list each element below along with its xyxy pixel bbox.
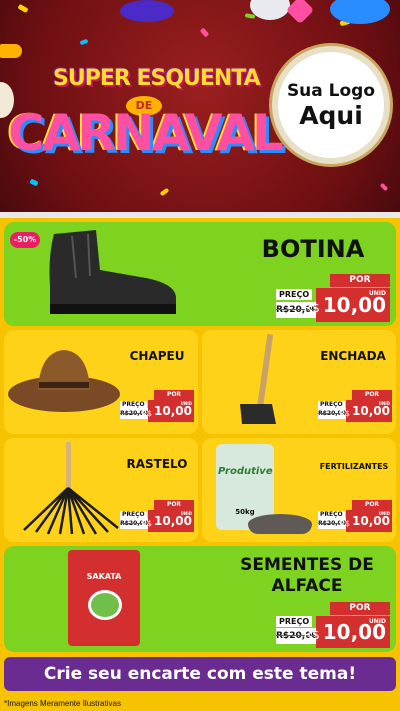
confetti-decoration	[29, 178, 39, 187]
price-value: 10,00	[154, 514, 192, 528]
currency-symbol: R$	[339, 518, 351, 528]
current-price: R$ 10,00 UNID	[339, 510, 392, 532]
por-label: POR	[154, 390, 194, 400]
product-name: CHAPEU	[129, 349, 185, 363]
event-title: SUPER ESQUENTA DE CARNAVAL	[8, 66, 284, 176]
product-name-line1: SEMENTES DE	[240, 555, 374, 575]
unit-label: UNID	[378, 401, 390, 406]
por-label: POR	[330, 274, 390, 287]
price-tag: POR PREÇO R$20,00 R$ 10,00 UNID	[276, 274, 390, 322]
logo-placeholder: Sua Logo Aqui	[272, 46, 390, 164]
product-card-enchada: ENCHADA POR PREÇO R$20,00 R$ 10,00 UNID	[202, 330, 396, 434]
hoe-icon	[240, 334, 276, 424]
product-card-fertilizantes: Produtive 50kg FERTILIZANTES POR PREÇO R…	[202, 438, 396, 542]
confetti-decoration	[199, 27, 210, 38]
currency-symbol: R$	[303, 628, 320, 642]
lettuce-icon	[88, 590, 122, 620]
preco-label: PREÇO	[120, 401, 147, 408]
price-tag: POR PREÇO R$20,00 R$ 10,00 UNID	[120, 390, 194, 422]
confetti-decoration	[379, 182, 389, 192]
title-main-line: CARNAVAL	[8, 104, 284, 162]
title-top-line: SUPER ESQUENTA	[53, 66, 261, 91]
price-value: 10,00	[352, 514, 390, 528]
current-price: R$ 10,00 UNID	[304, 288, 390, 322]
por-label: POR	[352, 390, 392, 400]
preco-label: PREÇO	[318, 401, 345, 408]
current-price: R$ 10,00 UNID	[339, 400, 392, 422]
carnival-mask-icon	[330, 0, 390, 24]
currency-symbol: R$	[303, 301, 320, 315]
rake-icon	[23, 442, 119, 535]
unit-label: UNID	[378, 511, 390, 516]
logo-placeholder-line1: Sua Logo	[286, 80, 376, 101]
party-hat-icon	[285, 0, 315, 25]
unit-label: UNID	[180, 511, 192, 516]
unit-label: UNID	[368, 290, 386, 297]
price-tag: POR PREÇO R$20,00 R$ 10,00 UNID	[318, 500, 392, 532]
confetti-decoration	[17, 3, 29, 14]
current-price: R$ 10,00 UNID	[304, 616, 390, 648]
hat-icon	[8, 350, 120, 412]
preco-label: PREÇO	[276, 616, 313, 627]
product-name-line2: ALFACE	[271, 576, 343, 596]
price-tag: POR PREÇO R$20,00 R$ 10,00 UNID	[120, 500, 194, 532]
disclaimer-text: *Imagens Meramente Ilustrativas	[4, 699, 121, 708]
product-name: ENCHADA	[320, 349, 386, 363]
confetti-decoration	[79, 38, 89, 46]
preco-label: PREÇO	[120, 511, 147, 518]
product-name: RASTELO	[126, 457, 188, 471]
product-name: FERTILIZANTES	[319, 462, 389, 471]
product-card-chapeu: CHAPEU POR PREÇO R$20,00 R$ 10,00 UNID	[4, 330, 198, 434]
product-card-rastelo: RASTELO POR PREÇO R$20,00 R$ 10,00 UNID	[4, 438, 198, 542]
preco-label: PREÇO	[276, 289, 313, 300]
trumpet-icon	[0, 44, 22, 58]
header-banner: SUPER ESQUENTA DE CARNAVAL Sua Logo Aqui	[0, 0, 400, 212]
product-card-sementes-alface: SAKATA SEMENTES DE ALFACE POR PREÇO R$20…	[4, 546, 396, 652]
unit-label: UNID	[180, 401, 192, 406]
price-value: 10,00	[352, 404, 390, 418]
seed-packet: SAKATA	[68, 550, 140, 646]
confetti-decoration	[159, 187, 170, 197]
carnival-mask-icon	[120, 0, 174, 22]
por-label: POR	[154, 500, 194, 510]
current-price: R$ 10,00 UNID	[141, 510, 194, 532]
product-card-botina: -50% BOTINA POR PREÇO R$20,00 R$ 10,00 U…	[4, 222, 396, 326]
boot-icon	[49, 230, 176, 314]
logo-placeholder-line2: Aqui	[299, 100, 363, 130]
seed-brand-label: SAKATA	[86, 572, 122, 581]
unit-label: UNID	[368, 618, 386, 625]
balloon-icon	[250, 0, 290, 20]
currency-symbol: R$	[141, 518, 153, 528]
por-label: POR	[352, 500, 392, 510]
fertilizer-brand-label: Produtive	[218, 466, 273, 477]
current-price: R$ 10,00 UNID	[141, 400, 194, 422]
preco-label: PREÇO	[318, 511, 345, 518]
por-label: POR	[330, 602, 390, 615]
fertilizer-pile	[248, 514, 312, 534]
create-flyer-button[interactable]: Crie seu encarte com este tema!	[4, 657, 396, 691]
price-tag: POR PREÇO R$20,00 R$ 10,00 UNID	[276, 602, 390, 648]
price-tag: POR PREÇO R$20,00 R$ 10,00 UNID	[318, 390, 392, 422]
currency-symbol: R$	[141, 408, 153, 418]
price-value: 10,00	[154, 404, 192, 418]
currency-symbol: R$	[339, 408, 351, 418]
product-name: BOTINA	[261, 235, 365, 263]
